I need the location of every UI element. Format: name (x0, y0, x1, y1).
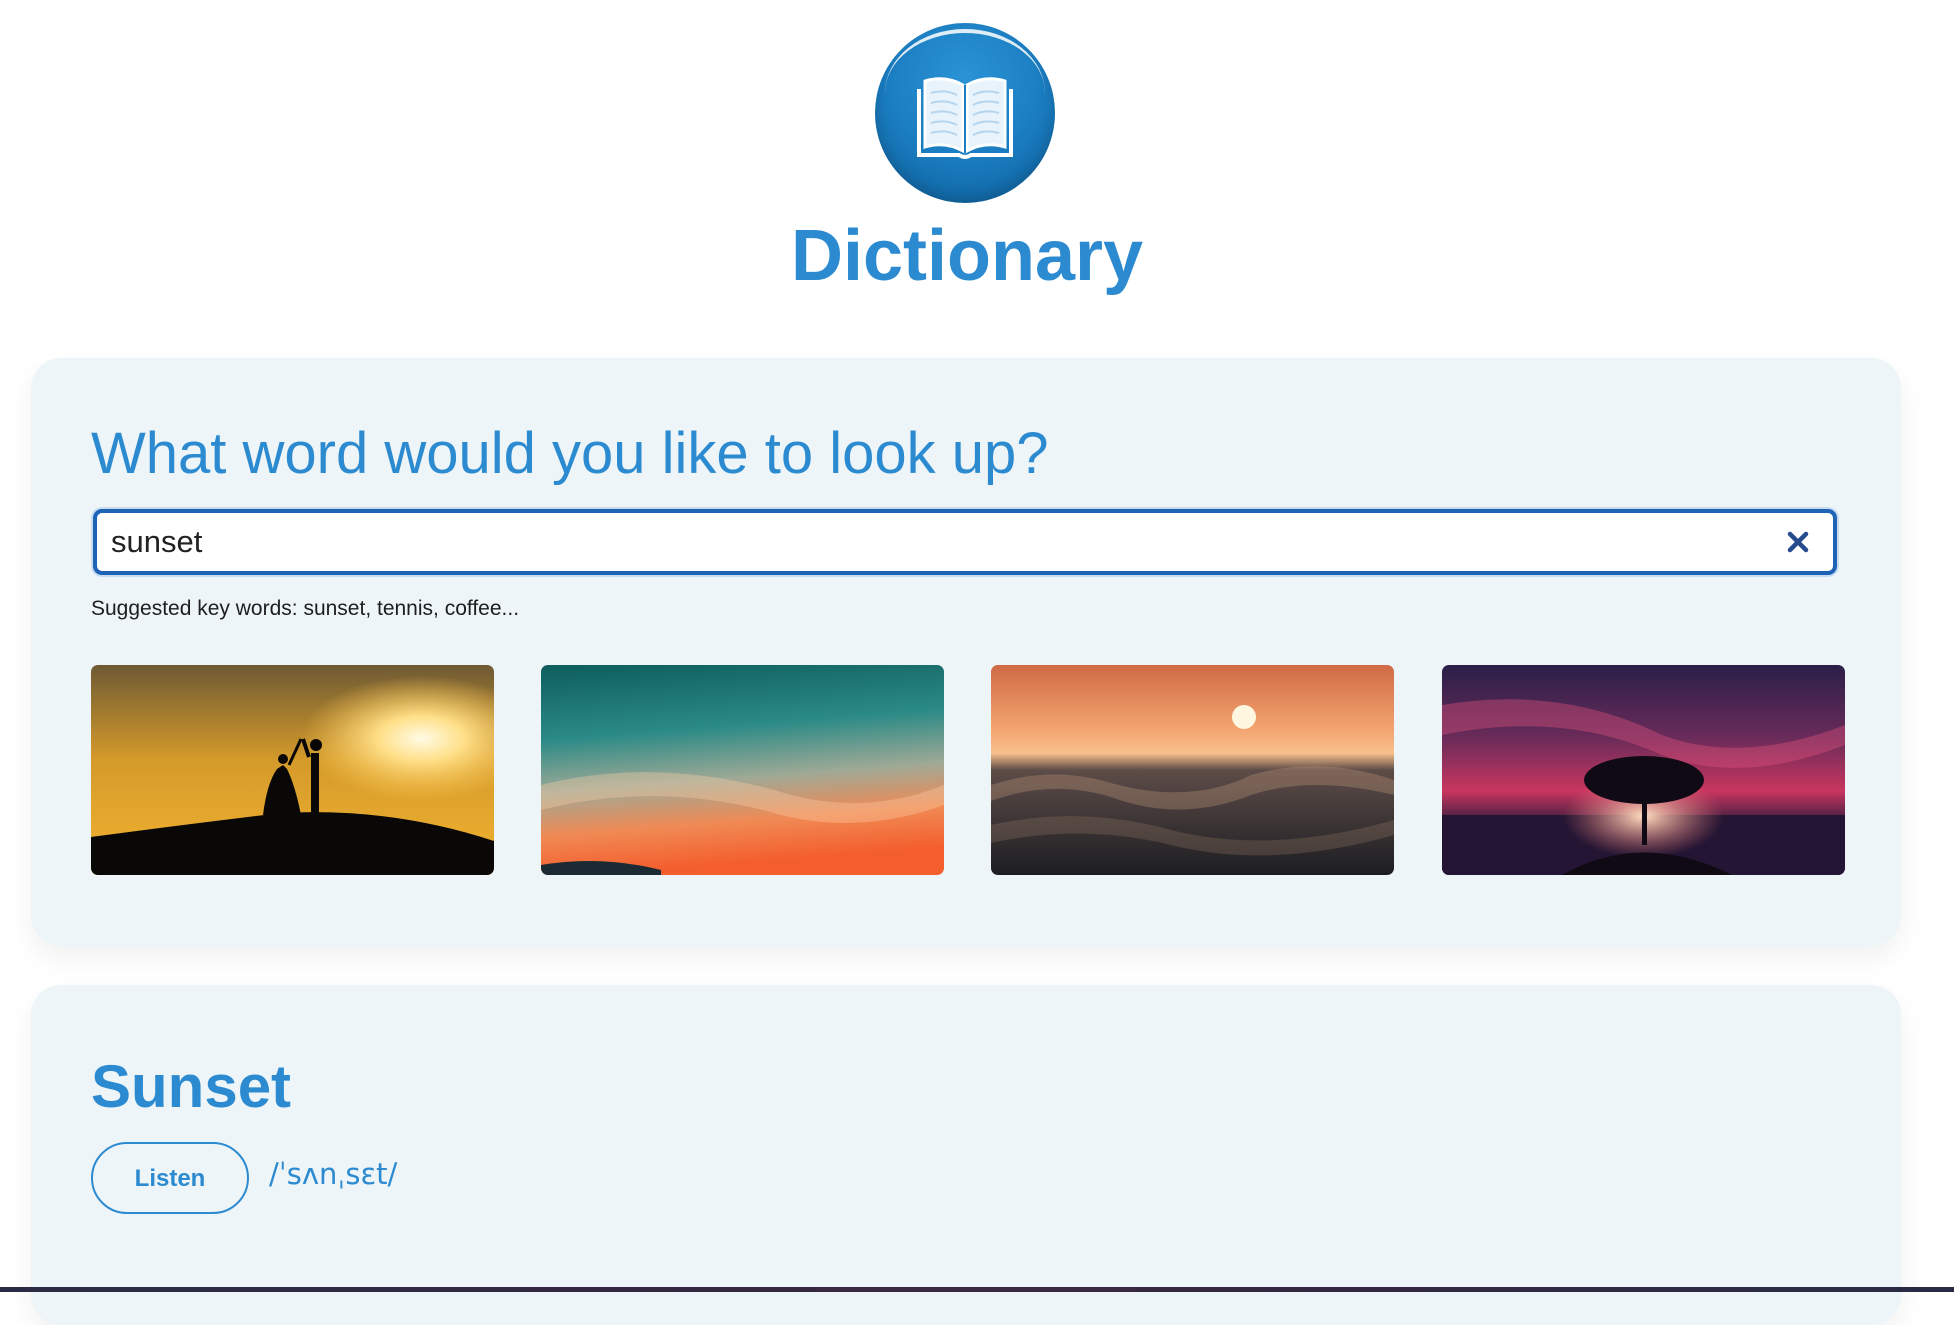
sunset-image-1[interactable] (91, 665, 494, 875)
clear-search-button[interactable] (1783, 527, 1813, 557)
search-card: What word would you like to look up? Sug… (31, 358, 1901, 946)
bottom-strip (0, 1287, 1954, 1292)
app-title: Dictionary (790, 216, 1144, 296)
app-header: Dictionary (0, 0, 1954, 320)
search-input[interactable] (111, 517, 1751, 567)
close-icon (1787, 531, 1809, 553)
suggested-keywords: Suggested key words: sunset, tennis, cof… (91, 597, 520, 620)
teal-sky-photo (541, 665, 944, 875)
open-book-icon (917, 77, 1013, 159)
search-box (93, 509, 1837, 575)
listen-button[interactable]: Listen (91, 1142, 249, 1214)
sunset-image-2[interactable] (541, 665, 944, 875)
image-gallery (91, 665, 1845, 876)
dictionary-logo (875, 23, 1055, 203)
ocean-sunset-photo (991, 665, 1394, 875)
couple-silhouette-photo (91, 665, 494, 875)
word-title: Sunset (91, 1053, 292, 1120)
sunset-image-4[interactable] (1442, 665, 1845, 875)
result-card: Sunset Listen /ˈsʌnˌsɛt/ (31, 985, 1901, 1325)
sunset-image-3[interactable] (991, 665, 1394, 875)
phonetic-text: /ˈsʌnˌsɛt/ (269, 1157, 398, 1191)
tree-red-sky-photo (1442, 665, 1845, 875)
search-heading: What word would you like to look up? (91, 421, 1049, 486)
